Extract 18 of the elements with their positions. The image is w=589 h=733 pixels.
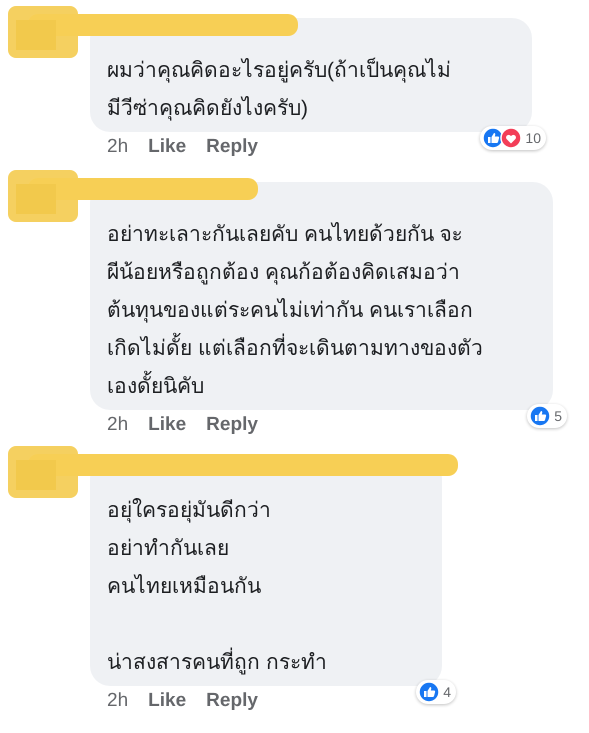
reply-link[interactable]: Reply <box>206 688 258 714</box>
reply-link[interactable]: Reply <box>206 412 258 438</box>
timestamp: 2h <box>107 689 128 713</box>
comment-text: ผมว่าคุณคิดอะไรอยู่ครับ(ถ้าเป็นคุณไม่ มีวีซ่าคุณคิดยังไงครับ) <box>107 56 452 123</box>
comment-text: อยุ่ใครอยุ่มันดีกว่า อย่าทำกันเลย คนไทยเหมือนกัน น่าสงสารคนที่ถูก กระทำ <box>107 497 328 676</box>
reaction-count: 10 <box>525 128 541 148</box>
like-link[interactable]: Like <box>148 134 186 160</box>
reaction-badge[interactable]: 5 <box>527 404 567 428</box>
like-link[interactable]: Like <box>148 412 186 438</box>
comment-text: อย่าทะเลาะกันเลยคับ คนไทยด้วยกัน จะ ผีน้อยหรือถูกต้อง คุณก้อต้องคิดเสมอว่า ต้นทุนของแต่ระคนไม่เท่ากัน คนเราเลือก เกิดไม่ดั้ย แต่เลือกที่จะเดินตามทางของตัว เองดั้ยนิคับ <box>107 221 484 400</box>
like-link[interactable]: Like <box>148 688 186 714</box>
reaction-count: 4 <box>443 682 451 702</box>
timestamp: 2h <box>107 413 128 437</box>
reaction-count: 5 <box>554 406 562 426</box>
reaction-badge[interactable]: 4 <box>416 680 456 704</box>
reply-link[interactable]: Reply <box>206 134 258 160</box>
timestamp: 2h <box>107 135 128 159</box>
reaction-badge[interactable]: 10 <box>480 126 546 150</box>
